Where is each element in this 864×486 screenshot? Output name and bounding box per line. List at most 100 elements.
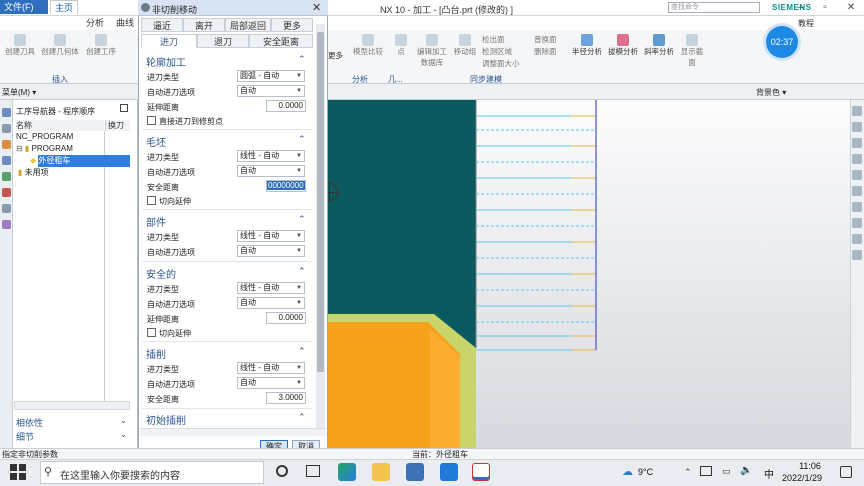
view-iso-icon[interactable] <box>852 154 862 164</box>
radius-analysis-button[interactable]: 半径分析 <box>570 34 604 57</box>
blank-safe-distance-input[interactable]: 00000000 <box>266 180 306 192</box>
tab-analysis[interactable]: 分析 <box>82 16 108 30</box>
detect-region-button[interactable]: 检测区域 <box>482 46 512 57</box>
plunge-engage-type-select[interactable]: 线性 - 自动 ▼ <box>237 362 305 374</box>
tree-item-program[interactable]: ⊟ ▮ PROGRAM <box>16 143 73 155</box>
slope-analysis-button[interactable]: 斜率分析 <box>642 34 676 57</box>
tray-expand-icon[interactable]: ⌃ <box>684 467 692 478</box>
section-part-collapse-icon[interactable]: ⌃ <box>298 214 306 225</box>
view-left-icon[interactable] <box>852 202 862 212</box>
dialog-resize-grip[interactable] <box>140 428 326 436</box>
tab-more[interactable]: 更多 <box>271 18 313 32</box>
tree-item-unused[interactable]: ▮ 未用项 <box>18 167 49 179</box>
store-icon[interactable] <box>406 463 424 481</box>
part-auto-option-select[interactable]: 自动 ▼ <box>237 245 305 257</box>
machine-tool-icon[interactable] <box>2 172 11 181</box>
taskbar-clock-date[interactable]: 2022/1/29 <box>782 473 822 483</box>
plunge-safe-distance-input[interactable]: 3.0000 <box>266 392 306 404</box>
view-fit-icon[interactable] <box>852 234 862 244</box>
details-expand-icon[interactable]: ⌄ <box>120 430 127 439</box>
tab-departure[interactable]: 离开 <box>183 18 225 32</box>
section-profile-header[interactable]: 轮廓加工 <box>146 54 186 69</box>
direct-engage-trim-checkbox[interactable] <box>147 116 156 125</box>
section-plunge-header[interactable]: 插削 <box>146 346 166 361</box>
command-search-input[interactable]: 查找命令 <box>668 2 760 13</box>
move-group-button[interactable]: 移动组 <box>452 34 478 57</box>
details-panel-header[interactable]: 细节 <box>16 430 34 443</box>
point-button[interactable]: 点 <box>392 34 410 57</box>
safe-extend-distance-input[interactable]: 0.0000 <box>266 312 306 324</box>
dialog-scrollbar-thumb[interactable] <box>317 32 324 372</box>
windows-start-icon[interactable] <box>10 464 26 480</box>
tab-approach[interactable]: 逼近 <box>141 18 183 32</box>
blank-engage-type-select[interactable]: 线性 - 自动 ▼ <box>237 150 305 162</box>
create-operation-button[interactable]: 创建工序 <box>84 34 118 57</box>
tab-safe-clearance[interactable]: 安全距离 <box>249 34 313 48</box>
tab-engage[interactable]: 进刀 <box>141 34 197 48</box>
constraint-icon[interactable] <box>2 156 11 165</box>
weather-icon[interactable]: ☁ <box>622 465 633 478</box>
close-window-button[interactable]: ✕ <box>838 0 864 16</box>
replace-face-button[interactable]: 普换面 <box>534 34 557 45</box>
safe-tangent-extend-checkbox[interactable] <box>147 328 156 337</box>
view-front-icon[interactable] <box>852 106 862 116</box>
tree-item-nc-program[interactable]: NC_PROGRAM <box>16 131 73 143</box>
volume-icon[interactable]: 🔈 <box>740 465 752 476</box>
model-compare-button[interactable]: 模型比较 <box>352 34 384 57</box>
maximize-button[interactable]: ▫ <box>812 0 838 16</box>
column-header-tool-change[interactable]: 换刀 <box>105 120 130 131</box>
navigator-pin-icon[interactable] <box>120 104 128 112</box>
profile-auto-option-select[interactable]: 自动 ▼ <box>237 85 305 97</box>
part-engage-type-select[interactable]: 线性 - 自动 ▼ <box>237 230 305 242</box>
web-browser-icon[interactable] <box>2 204 11 213</box>
history-icon[interactable] <box>2 188 11 197</box>
tray-app-icon[interactable] <box>700 466 712 476</box>
assembly-navigator-icon[interactable] <box>2 140 11 149</box>
taskbar-clock-time[interactable]: 11:06 <box>788 461 832 471</box>
background-color-button[interactable]: 背景色 ▾ <box>756 87 786 98</box>
blank-tangent-extend-checkbox[interactable] <box>147 196 156 205</box>
view-settings-icon[interactable] <box>852 250 862 260</box>
delete-face-button[interactable]: 删除面 <box>534 46 557 57</box>
more-button[interactable]: 更多 <box>328 50 343 61</box>
weather-temp[interactable]: 9°C <box>638 467 653 477</box>
safe-engage-type-select[interactable]: 线性 - 自动 ▼ <box>237 282 305 294</box>
tab-home[interactable]: 主页 <box>50 0 79 14</box>
network-icon[interactable]: ▭ <box>722 466 731 477</box>
view-bottom-icon[interactable] <box>852 186 862 196</box>
blank-auto-option-select[interactable]: 自动 ▼ <box>237 165 305 177</box>
create-tool-button[interactable]: 创建刀具 <box>4 34 36 57</box>
ime-indicator[interactable]: 中 <box>764 466 774 481</box>
palette-icon[interactable] <box>2 220 11 229</box>
view-top-icon[interactable] <box>852 122 862 132</box>
resize-face-button[interactable]: 调整面大小 <box>482 58 520 69</box>
dependencies-panel-header[interactable]: 相依性 <box>16 416 43 429</box>
draft-analysis-button[interactable]: 拔模分析 <box>606 34 640 57</box>
safe-auto-option-select[interactable]: 自动 ▼ <box>237 297 305 309</box>
file-menu[interactable]: 文件(F) <box>0 0 48 14</box>
tab-retract[interactable]: 退刀 <box>197 34 249 48</box>
show-section-button[interactable]: 显示截面 <box>678 34 706 68</box>
mail-icon[interactable] <box>440 463 458 481</box>
tree-item-od-rough-turn[interactable]: ◆ 外径粗车 <box>30 155 70 167</box>
cortana-icon[interactable] <box>276 465 288 477</box>
view-back-icon[interactable] <box>852 170 862 180</box>
section-blank-collapse-icon[interactable]: ⌃ <box>298 134 306 145</box>
navigator-tab-icon[interactable] <box>2 108 11 117</box>
plunge-auto-option-select[interactable]: 自动 ▼ <box>237 377 305 389</box>
notification-icon[interactable] <box>840 466 852 478</box>
column-header-name[interactable]: 名称 <box>16 120 104 131</box>
minimize-button[interactable]: – <box>788 0 814 16</box>
edit-machining-db-button[interactable]: 编辑加工数据库 <box>414 34 450 68</box>
section-blank-header[interactable]: 毛坯 <box>146 134 166 149</box>
dependencies-expand-icon[interactable]: ⌄ <box>120 416 127 425</box>
tab-curve[interactable]: 曲线 <box>112 16 138 30</box>
navigator-horizontal-scrollbar[interactable] <box>14 401 130 410</box>
section-part-header[interactable]: 部件 <box>146 214 166 229</box>
section-initial-plunge-collapse-icon[interactable]: ⌃ <box>298 412 306 423</box>
create-geometry-button[interactable]: 创建几何体 <box>40 34 80 57</box>
section-safe-header[interactable]: 安全的 <box>146 266 176 281</box>
task-view-icon[interactable] <box>306 465 320 477</box>
nx-taskbar-icon[interactable] <box>472 463 490 481</box>
main-menu-button[interactable]: 菜单(M) ▾ <box>2 87 36 98</box>
